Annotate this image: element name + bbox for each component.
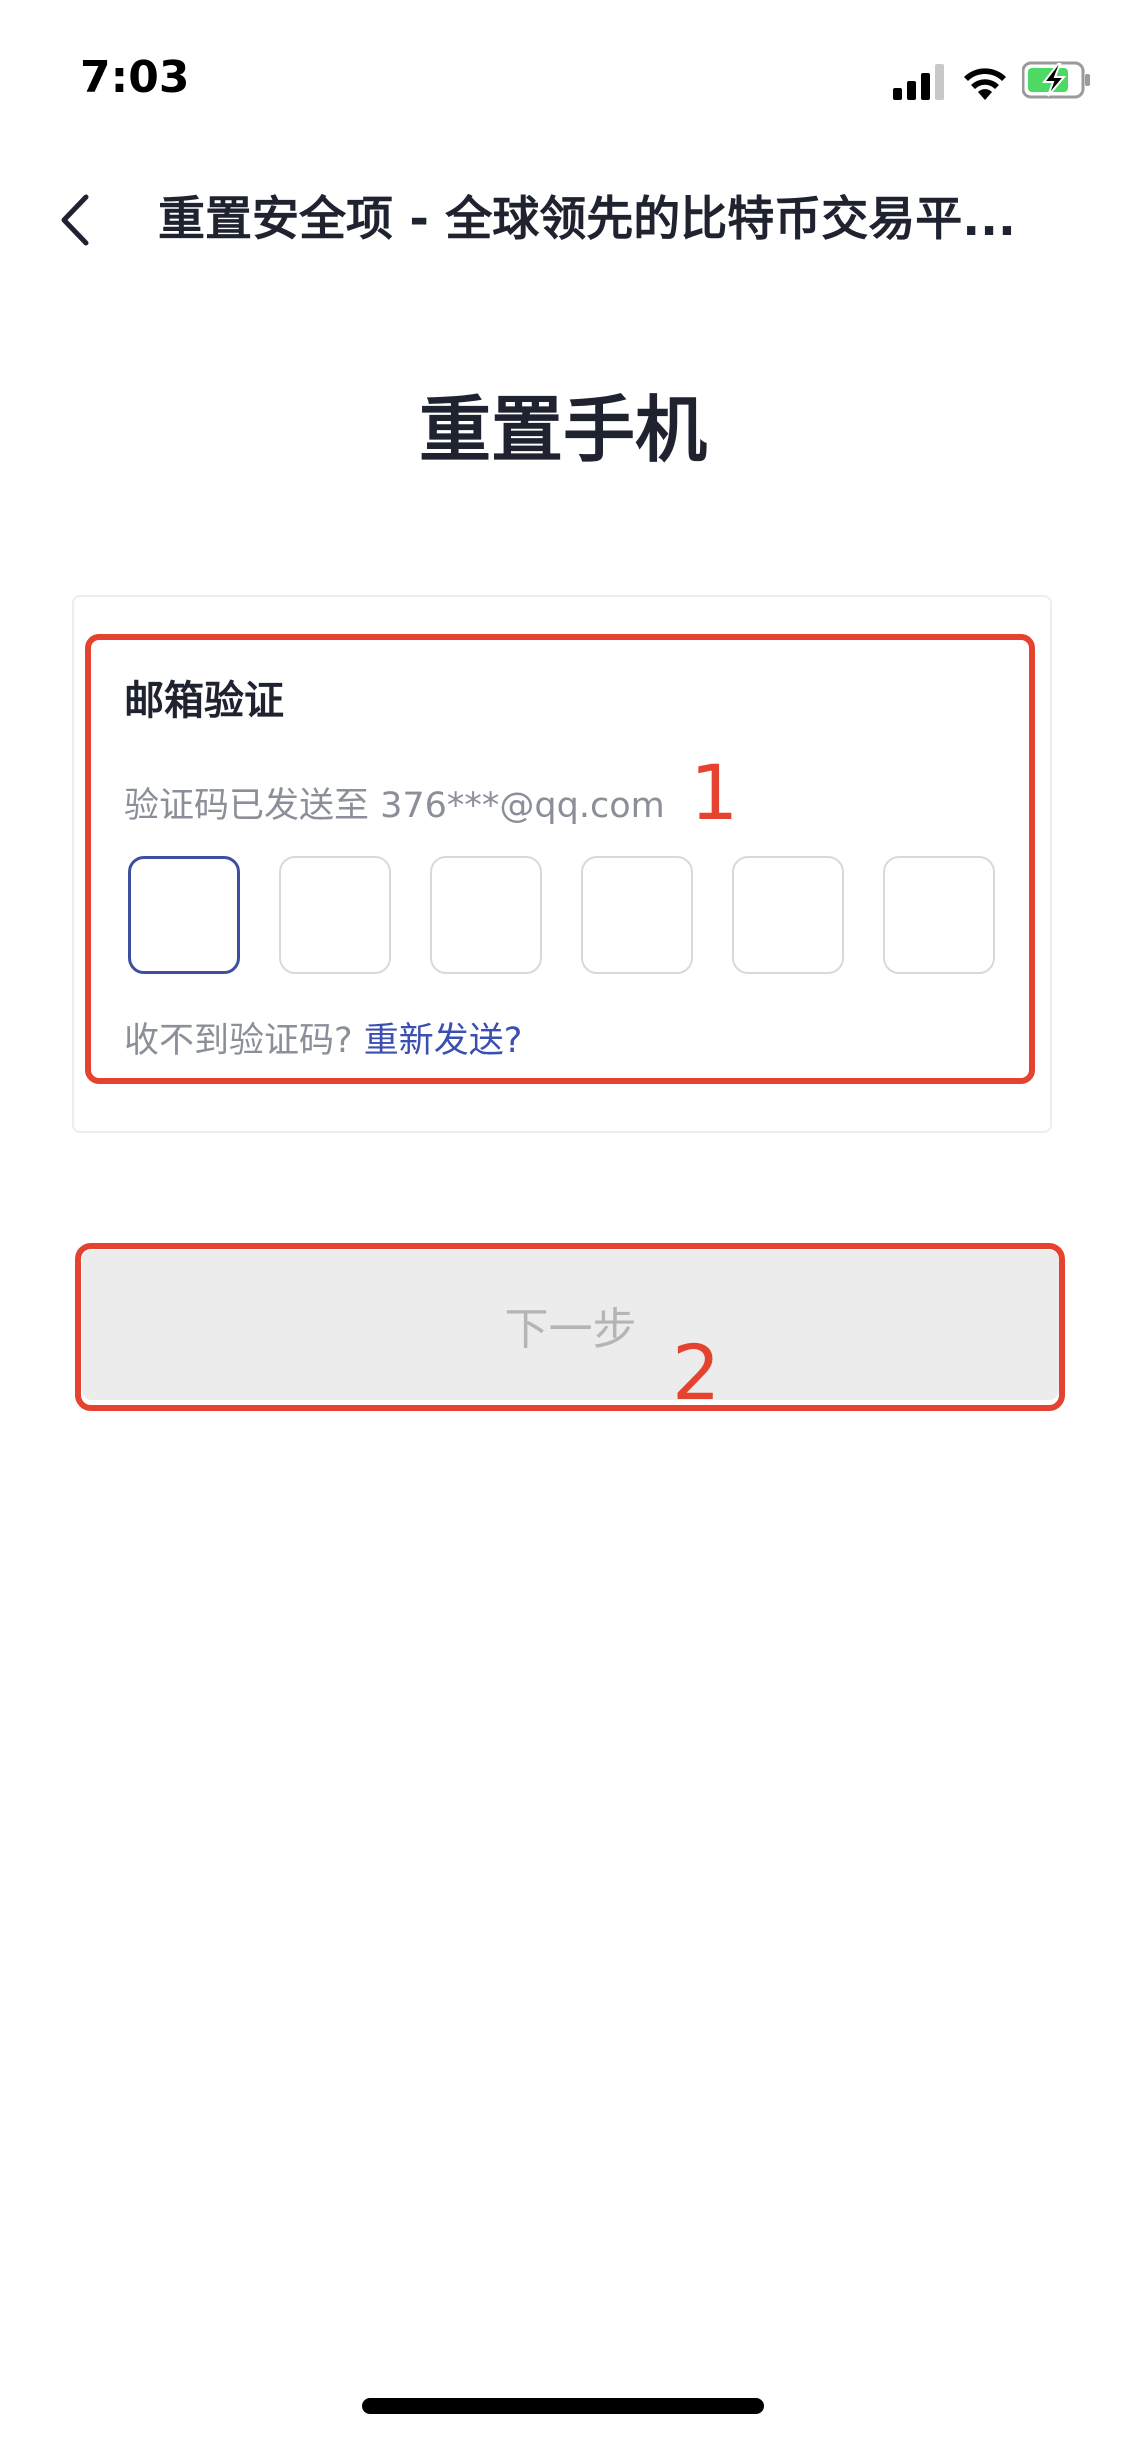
- code-box-6[interactable]: [883, 856, 995, 974]
- status-bar: 7:03: [0, 0, 1126, 150]
- status-time: 7:03: [80, 52, 190, 103]
- resend-link[interactable]: 重新发送?: [364, 1021, 523, 1061]
- code-box-3[interactable]: [430, 856, 542, 974]
- wifi-icon: [964, 68, 1006, 100]
- highlight-box-2: [75, 1243, 1065, 1411]
- battery-charging-icon: [1022, 61, 1090, 99]
- page-title: 重置手机: [418, 388, 707, 472]
- home-indicator[interactable]: [362, 2398, 764, 2414]
- annotation-marker-2: 2: [672, 1328, 721, 1417]
- nav-bar: 重置安全项 - 全球领先的比特币交易平...: [0, 165, 1126, 275]
- nav-title: 重置安全项 - 全球领先的比特币交易平...: [158, 192, 1016, 247]
- code-box-1[interactable]: [128, 856, 240, 974]
- code-box-4[interactable]: [581, 856, 693, 974]
- no-code-text: 收不到验证码?: [124, 1021, 353, 1061]
- code-box-5[interactable]: [732, 856, 844, 974]
- annotation-marker-1: 1: [690, 748, 739, 837]
- code-sent-text: 验证码已发送至 376***@qq.com: [124, 786, 665, 826]
- resend-row: 收不到验证码? 重新发送?: [124, 1012, 522, 1063]
- signal-icon: [893, 64, 944, 100]
- chevron-left-icon[interactable]: [50, 187, 100, 253]
- code-box-2[interactable]: [279, 856, 391, 974]
- email-verification-heading: 邮箱验证: [124, 678, 284, 724]
